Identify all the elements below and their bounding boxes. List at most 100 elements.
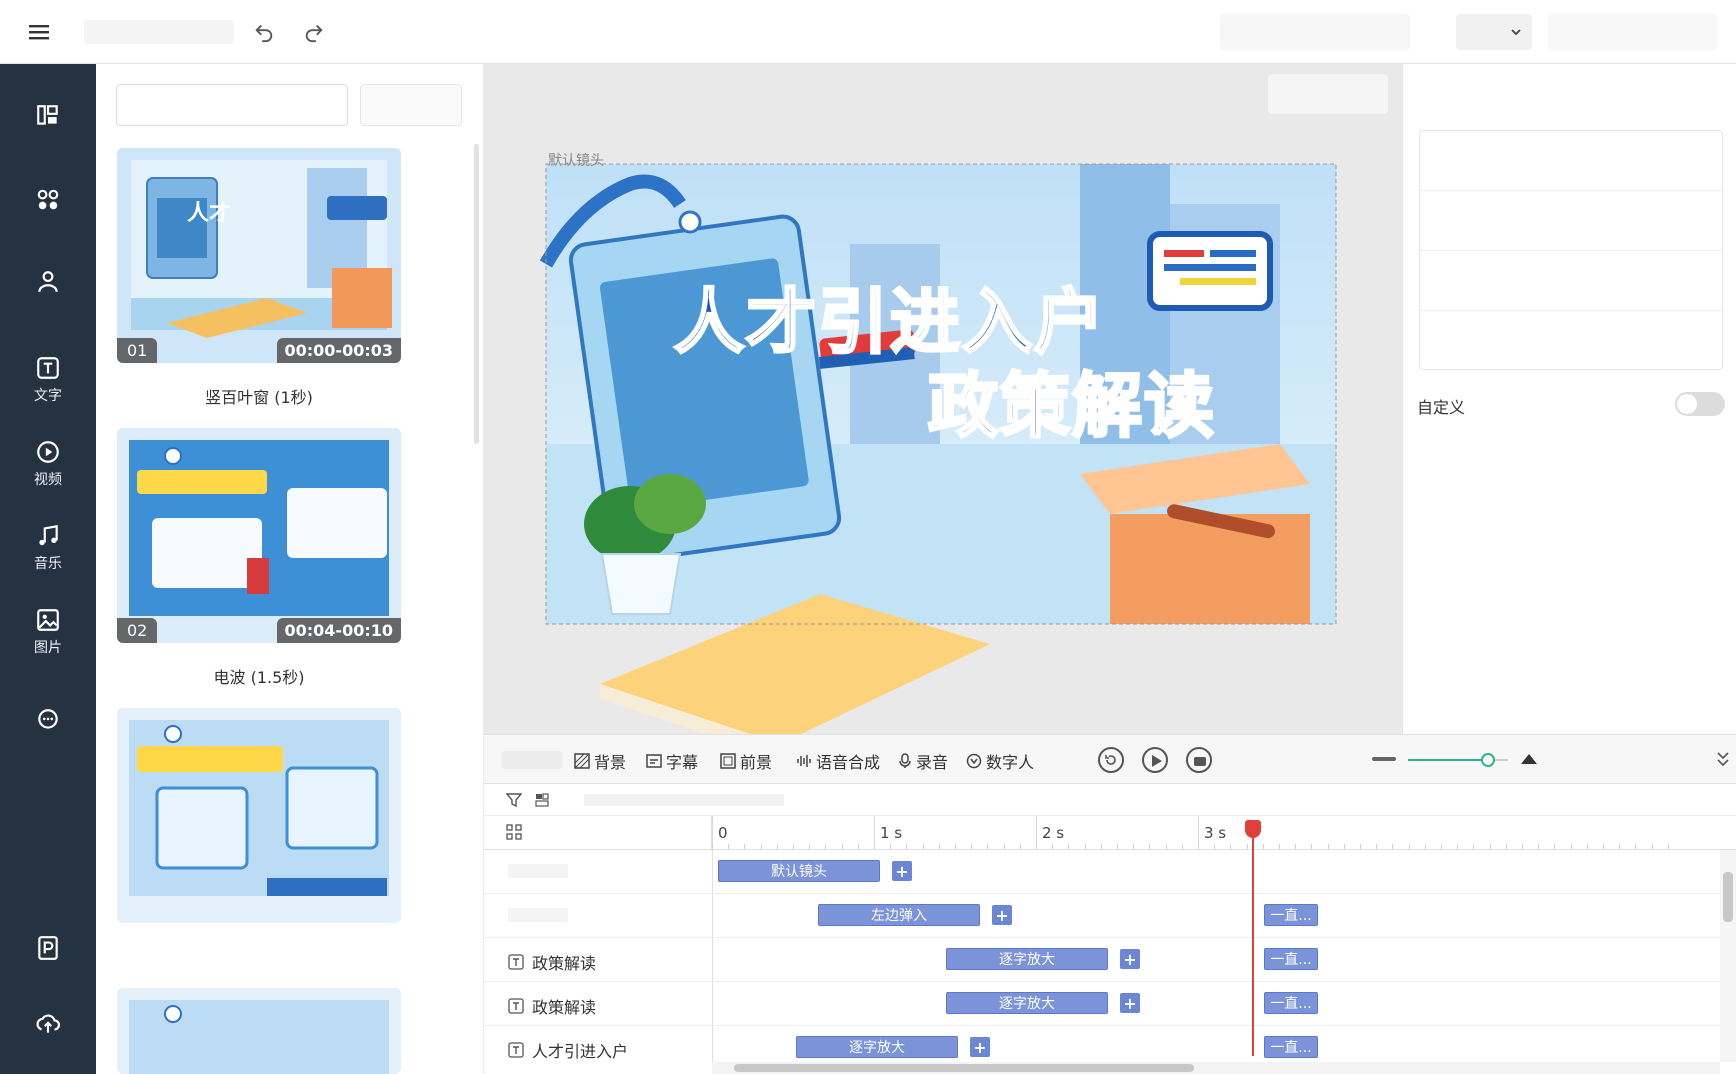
template-card-1[interactable]: 人才 01 00:00-00:03 bbox=[117, 148, 401, 363]
animation-clip[interactable]: 逐字放大 bbox=[946, 948, 1108, 970]
timeline: 01 s2 s3 s 默认镜头 + 左边弹入 + 一直... 政策解读 逐字放大 + 一直...… bbox=[484, 784, 1736, 1074]
playhead[interactable] bbox=[1244, 820, 1261, 1056]
zoom-slider-knob[interactable] bbox=[1481, 753, 1495, 767]
track-label: 人才引进入户 bbox=[508, 1038, 628, 1062]
subtitle-icon bbox=[646, 754, 662, 768]
ruler-minor-tick bbox=[1327, 844, 1329, 849]
rail-item-grid[interactable] bbox=[0, 166, 96, 238]
vertical-scrollbar[interactable] bbox=[1720, 850, 1736, 1062]
play-button[interactable] bbox=[1142, 747, 1168, 773]
property-row[interactable] bbox=[1420, 191, 1722, 251]
video-icon bbox=[37, 441, 59, 463]
foreground-button[interactable]: 前景 bbox=[720, 749, 772, 773]
collapse-icon[interactable] bbox=[1716, 751, 1730, 767]
reset-button[interactable] bbox=[1098, 747, 1124, 773]
template-card-4[interactable] bbox=[117, 988, 401, 1074]
tts-button[interactable]: 语音合成 bbox=[796, 749, 880, 773]
persist-clip[interactable]: 一直... bbox=[1264, 948, 1318, 970]
timeline-track[interactable]: 人才引进入户 逐字放大 + 一直... bbox=[484, 1026, 1720, 1062]
timeline-track[interactable]: 默认镜头 + bbox=[484, 850, 1720, 894]
reset-icon bbox=[1105, 755, 1116, 765]
ruler-minor-tick bbox=[1052, 844, 1054, 849]
timeline-track[interactable]: 左边弹入 + 一直... bbox=[484, 894, 1720, 938]
persist-clip[interactable]: 一直... bbox=[1264, 1036, 1318, 1058]
rail-item-music[interactable]: 音乐 bbox=[0, 512, 96, 584]
ruler-minor-tick bbox=[1667, 844, 1669, 849]
animation-clip[interactable]: 逐字放大 bbox=[946, 992, 1108, 1014]
template-card-3[interactable] bbox=[117, 708, 401, 923]
playhead-handle[interactable] bbox=[1244, 820, 1261, 838]
preview-control-placeholder[interactable] bbox=[1268, 74, 1388, 114]
template-filter-button[interactable] bbox=[360, 84, 462, 126]
timeline-track[interactable]: 政策解读 逐字放大 + 一直... bbox=[484, 938, 1720, 982]
ruler-minor-tick bbox=[1311, 844, 1313, 849]
account-dropdown[interactable] bbox=[1456, 14, 1532, 50]
toolbar-placeholder[interactable] bbox=[502, 751, 562, 769]
redo-button[interactable] bbox=[298, 16, 330, 48]
zoom-slider[interactable] bbox=[1408, 753, 1508, 767]
ruler-minor-tick bbox=[1165, 844, 1167, 849]
add-animation-button[interactable]: + bbox=[992, 905, 1012, 925]
record-button[interactable]: 录音 bbox=[898, 749, 948, 773]
timeline-track[interactable]: 政策解读 逐字放大 + 一直... bbox=[484, 982, 1720, 1026]
ruler-minor-tick bbox=[1408, 844, 1410, 849]
background-button[interactable]: 背景 bbox=[574, 749, 626, 773]
rail-item-text[interactable]: 文字 bbox=[0, 344, 96, 416]
export-placeholder[interactable] bbox=[1220, 14, 1410, 50]
animation-clip[interactable]: 左边弹入 bbox=[818, 904, 980, 926]
ruler-minor-tick bbox=[1295, 844, 1297, 849]
grid-settings-icon[interactable] bbox=[506, 824, 522, 840]
rail-item-ppt[interactable] bbox=[0, 914, 96, 986]
rail-item-chat[interactable] bbox=[0, 686, 96, 758]
menu-button[interactable] bbox=[24, 16, 56, 48]
ruler-corner bbox=[484, 816, 712, 850]
layers-icon[interactable] bbox=[534, 792, 550, 808]
rail-item-layout[interactable] bbox=[0, 82, 96, 154]
animation-clip[interactable]: 默认镜头 bbox=[718, 860, 880, 882]
digital-human-label: 数字人 bbox=[986, 753, 1035, 772]
ppt-icon bbox=[38, 936, 58, 960]
add-animation-button[interactable]: + bbox=[892, 861, 912, 881]
property-row[interactable] bbox=[1420, 131, 1722, 191]
rail-label: 音乐 bbox=[34, 556, 62, 572]
ruler-minor-tick bbox=[1003, 844, 1005, 849]
digital-human-button[interactable]: 数字人 bbox=[966, 749, 1034, 773]
panel-scrollbar[interactable] bbox=[474, 144, 479, 444]
add-animation-button[interactable]: + bbox=[1120, 993, 1140, 1013]
template-search-input[interactable] bbox=[116, 84, 348, 126]
add-animation-button[interactable]: + bbox=[1120, 949, 1140, 969]
animation-clip[interactable]: 逐字放大 bbox=[796, 1036, 958, 1058]
camera-button[interactable] bbox=[1186, 747, 1212, 773]
template-panel: 人才 01 00:00-00:03 竖百叶窗 (1秒) 02 00:04-00:… bbox=[96, 64, 484, 1074]
top-bar bbox=[0, 0, 1736, 64]
rail-item-upload[interactable] bbox=[0, 990, 96, 1062]
property-row[interactable] bbox=[1420, 251, 1722, 311]
property-row[interactable] bbox=[1420, 311, 1722, 369]
ruler-minor-tick bbox=[793, 844, 794, 849]
ruler-minor-tick bbox=[1457, 844, 1459, 849]
undo-button[interactable] bbox=[248, 16, 280, 48]
tts-label: 语音合成 bbox=[816, 753, 881, 772]
title-placeholder bbox=[84, 20, 234, 44]
template-card-2[interactable]: 02 00:04-00:10 bbox=[117, 428, 401, 643]
horizontal-scrollbar[interactable] bbox=[712, 1062, 1720, 1074]
ruler-minor-tick bbox=[1149, 844, 1151, 849]
persist-clip[interactable]: 一直... bbox=[1264, 904, 1318, 926]
rail-item-image[interactable]: 图片 bbox=[0, 596, 96, 668]
zoom-in-icon[interactable] bbox=[1520, 751, 1538, 765]
add-animation-button[interactable]: + bbox=[970, 1037, 990, 1057]
zoom-out-icon[interactable] bbox=[1372, 757, 1396, 761]
persist-clip[interactable]: 一直... bbox=[1264, 992, 1318, 1014]
time-ruler[interactable]: 0 1 s 2 s 3 s bbox=[712, 816, 1736, 850]
person-icon bbox=[38, 271, 58, 292]
publish-placeholder[interactable] bbox=[1548, 14, 1718, 50]
template-time-range: 00:00-00:03 bbox=[276, 338, 401, 363]
custom-toggle[interactable] bbox=[1675, 392, 1725, 416]
rail-item-video[interactable]: 视频 bbox=[0, 428, 96, 500]
subtitle-button[interactable]: 字幕 bbox=[646, 749, 698, 773]
vertical-scrollbar-thumb[interactable] bbox=[1723, 872, 1733, 922]
rail-item-person[interactable] bbox=[0, 248, 96, 320]
filter-icon[interactable] bbox=[506, 792, 522, 808]
ruler-tick-label: 1 s bbox=[880, 824, 903, 842]
horizontal-scrollbar-thumb[interactable] bbox=[734, 1064, 1194, 1072]
